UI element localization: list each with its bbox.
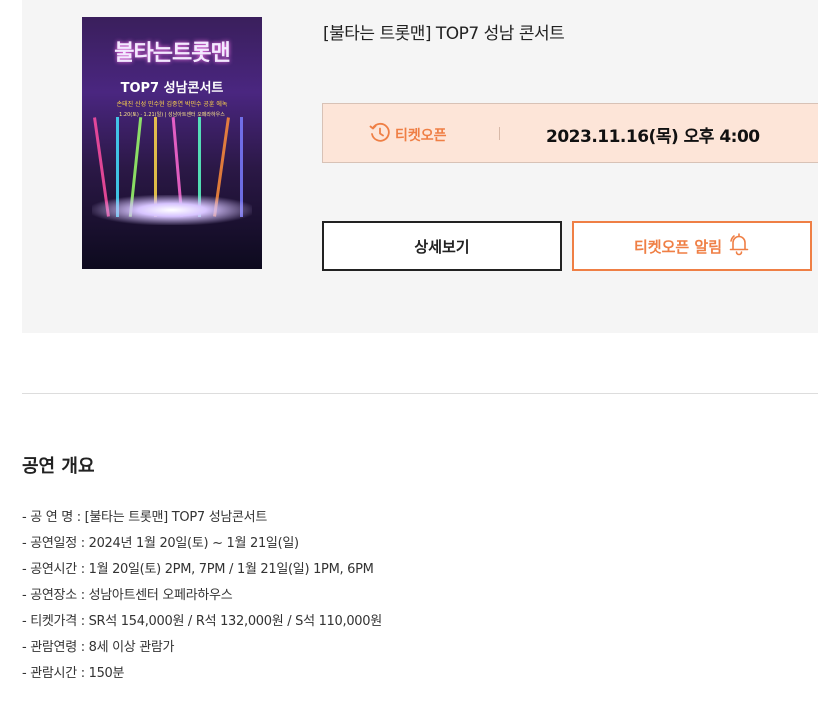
bell-icon — [722, 232, 750, 260]
ticket-open-box: 티켓오픈 2023.11.16(목) 오후 4:00 — [322, 103, 818, 163]
poster-dates: 1.20(토) · 1.21(일) | 성남아트센터 오페라하우스 — [119, 112, 225, 118]
poster-title: 불타는트롯맨 — [114, 41, 230, 66]
detail-view-button-label: 상세보기 — [414, 237, 470, 256]
ticket-open-alert-button-label: 티켓오픈 알림 — [633, 237, 723, 256]
overview-heading: 공연 개요 — [22, 456, 95, 477]
separator — [499, 127, 500, 140]
info-item-age: - 관람연령 : 8세 이상 관람가 — [22, 640, 175, 655]
info-item-venue: - 공연장소 : 성남아트센터 오페라하우스 — [22, 588, 233, 603]
info-item-price: - 티켓가격 : SR석 154,000원 / R석 132,000원 / S석… — [22, 614, 382, 629]
ticket-info-panel: 불타는트롯맨 TOP7 성남콘서트 손태진 신성 민수현 김중연 박민수 공훈 … — [22, 0, 818, 333]
history-clock-icon — [369, 122, 395, 148]
detail-view-button[interactable]: 상세보기 — [322, 221, 562, 271]
info-item-duration: - 관람시간 : 150분 — [22, 666, 125, 681]
ticket-open-date: 2023.11.16(목) 오후 4:00 — [546, 127, 760, 147]
concert-title: [불타는 트롯맨] TOP7 성남 콘서트 — [323, 24, 565, 44]
ticket-open-label: 티켓오픈 — [395, 128, 447, 144]
overview-info-list: - 공 연 명 : [불타는 트롯맨] TOP7 성남콘서트 - 공연일정 : … — [22, 509, 382, 691]
info-item-name: - 공 연 명 : [불타는 트롯맨] TOP7 성남콘서트 — [22, 510, 267, 525]
poster-subtitle: TOP7 성남콘서트 — [120, 81, 224, 96]
concert-poster-image[interactable]: 불타는트롯맨 TOP7 성남콘서트 손태진 신성 민수현 김중연 박민수 공훈 … — [82, 17, 262, 269]
ticket-open-alert-button[interactable]: 티켓오픈 알림 — [572, 221, 812, 271]
poster-cast: 손태진 신성 민수현 김중연 박민수 공훈 에녹 — [116, 101, 228, 108]
info-item-schedule: - 공연일정 : 2024년 1월 20일(토) ~ 1월 21일(일) — [22, 536, 299, 551]
info-item-time: - 공연시간 : 1월 20일(토) 2PM, 7PM / 1월 21일(일) … — [22, 562, 374, 577]
section-divider — [22, 393, 818, 394]
ticket-open-label-group: 티켓오픈 — [369, 122, 447, 148]
